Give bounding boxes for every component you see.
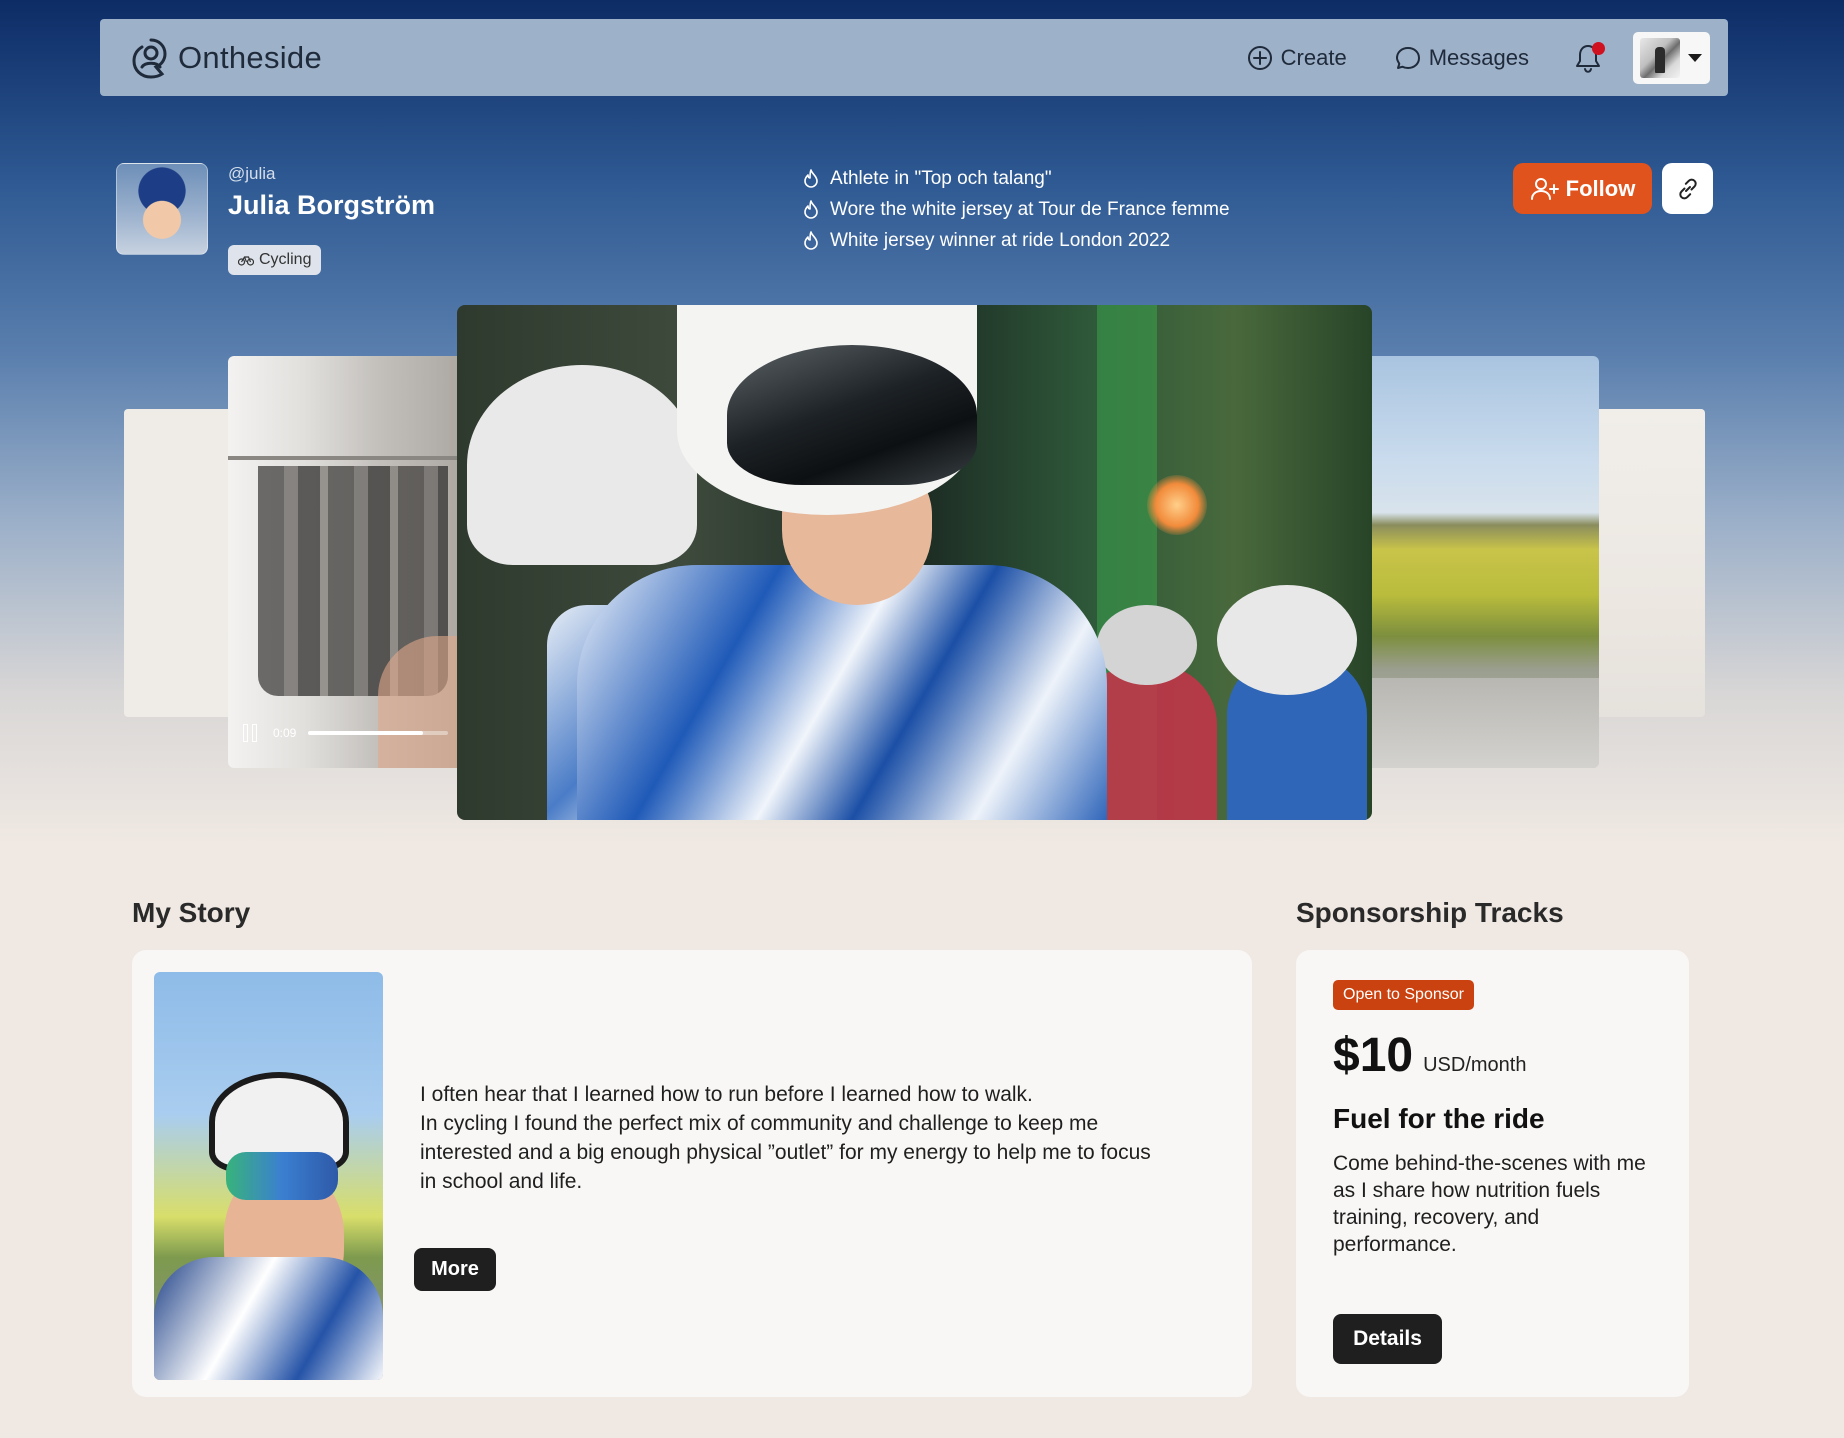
- logo-icon: [132, 38, 167, 79]
- carousel-card-landscape[interactable]: [1362, 356, 1599, 768]
- nav-actions: Create Messages: [1247, 31, 1710, 84]
- carousel-card-video[interactable]: 0:09: [228, 356, 478, 768]
- achievement-item: Wore the white jersey at Tour de France …: [801, 194, 1230, 225]
- create-button[interactable]: Create: [1247, 45, 1347, 71]
- more-button[interactable]: More: [414, 1248, 496, 1291]
- featured-rider-helmet-back: [467, 365, 697, 565]
- open-to-sponsor-badge: Open to Sponsor: [1333, 980, 1474, 1010]
- caret-down-icon: [1688, 53, 1702, 62]
- story-paragraph: In cycling I found the perfect mix of co…: [420, 1112, 1151, 1193]
- create-label: Create: [1280, 44, 1347, 70]
- featured-rider-right-helmet: [1217, 585, 1357, 695]
- sport-tag[interactable]: Cycling: [228, 245, 322, 275]
- story-text: I often hear that I learned how to run b…: [420, 1080, 1160, 1196]
- video-time: 0:09: [273, 726, 297, 740]
- flame-icon: [804, 230, 818, 250]
- track-name: Fuel for the ride: [1333, 1103, 1545, 1134]
- video-controls: 0:09: [243, 724, 449, 742]
- story-card: I often hear that I learned how to run b…: [132, 950, 1252, 1397]
- follow-label: Follow: [1565, 175, 1636, 201]
- account-menu[interactable]: [1633, 31, 1710, 84]
- price-amount: $10: [1333, 1029, 1414, 1082]
- bike-icon: [238, 256, 254, 266]
- achievement-item: White jersey winner at ride London 2022: [801, 225, 1230, 256]
- app-name: Ontheside: [178, 39, 323, 75]
- price-unit: USD/month: [1423, 1054, 1527, 1076]
- featured-rider-mid-helmet: [1097, 605, 1197, 685]
- story-heading: My Story: [132, 897, 251, 928]
- story-photo: [154, 972, 383, 1380]
- price: $10 USD/month: [1333, 1028, 1526, 1083]
- video-scrubber[interactable]: [308, 731, 449, 735]
- story-photo-goggles: [226, 1152, 338, 1200]
- pause-icon[interactable]: [243, 724, 261, 742]
- notifications-button[interactable]: [1573, 41, 1605, 74]
- featured-bg-light: [1147, 475, 1207, 535]
- video-progress-fill: [308, 731, 424, 735]
- track-description: Come behind-the-scenes with me as I shar…: [1333, 1152, 1646, 1256]
- chat-bubble-icon: [1395, 46, 1420, 69]
- sponsorship-heading: Sponsorship Tracks: [1296, 897, 1564, 928]
- add-user-icon: [1530, 177, 1559, 200]
- video-thumbnail-rack: [228, 456, 458, 460]
- profile-name: Julia Borgström: [228, 190, 436, 220]
- carousel-card-featured[interactable]: [457, 305, 1372, 820]
- messages-button[interactable]: Messages: [1395, 45, 1529, 71]
- featured-rider-visor: [727, 345, 977, 485]
- sport-label: Cycling: [259, 251, 312, 268]
- story-photo-jersey: [154, 1257, 383, 1380]
- details-button[interactable]: Details: [1333, 1314, 1442, 1364]
- plus-circle-icon: [1247, 45, 1272, 70]
- follow-button[interactable]: Follow: [1513, 163, 1652, 214]
- profile-avatar: [116, 163, 208, 255]
- achievement-text: Athlete in "Top och talang": [830, 167, 1052, 189]
- share-link-button[interactable]: [1662, 163, 1713, 214]
- app-logo[interactable]: Ontheside: [130, 36, 322, 80]
- achievement-text: Wore the white jersey at Tour de France …: [830, 198, 1230, 220]
- achievements-list: Athlete in "Top och talang" Wore the whi…: [801, 163, 1230, 256]
- messages-label: Messages: [1428, 44, 1529, 70]
- avatar: [1640, 37, 1680, 78]
- achievement-text: White jersey winner at ride London 2022: [830, 229, 1171, 251]
- landscape-road: [1362, 678, 1599, 768]
- flame-icon: [804, 168, 818, 188]
- achievement-item: Athlete in "Top och talang": [801, 163, 1230, 194]
- notification-dot: [1592, 41, 1605, 55]
- profile-handle: @julia: [228, 164, 276, 183]
- link-icon: [1678, 178, 1697, 199]
- top-nav: Ontheside Create Messages: [100, 19, 1728, 96]
- story-paragraph: I often hear that I learned how to run b…: [420, 1083, 1033, 1106]
- flame-icon: [804, 199, 818, 219]
- sponsorship-card: Open to Sponsor $10 USD/month Fuel for t…: [1296, 950, 1689, 1397]
